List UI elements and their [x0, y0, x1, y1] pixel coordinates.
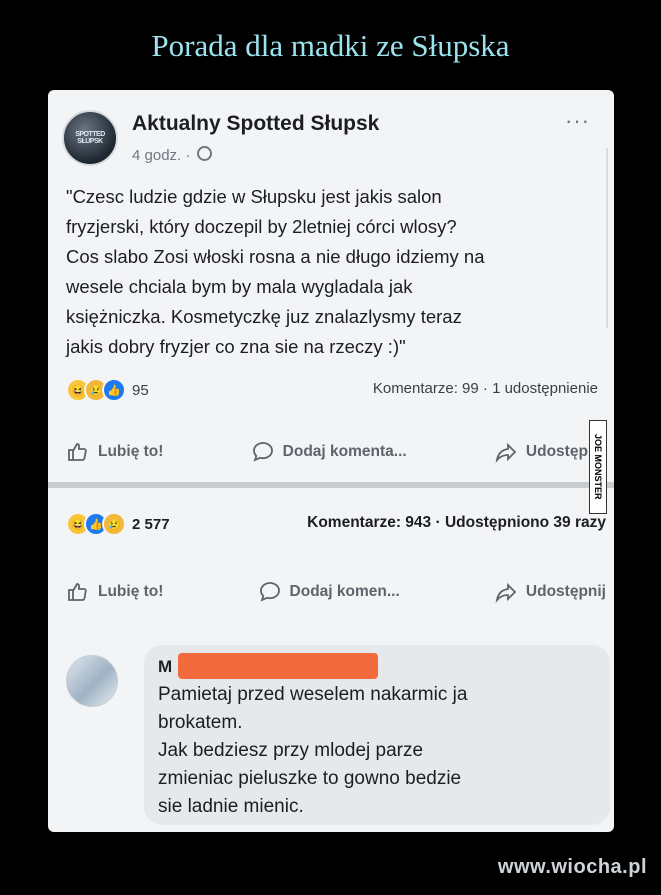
post-text: "Czesc ludzie gdzie w Słupsku jest jakis…: [66, 182, 606, 362]
commenter-avatar[interactable]: [66, 655, 118, 707]
comment-author[interactable]: M: [158, 657, 172, 677]
comments-shares-count[interactable]: Komentarze: 99 · 1 udostępnienie: [373, 380, 598, 397]
comment-button[interactable]: Dodaj komen...: [258, 580, 400, 604]
comment-bubble: M Pamietaj przed weselem nakarmic ja bro…: [144, 645, 610, 825]
like-button[interactable]: Lubię to!: [66, 580, 163, 604]
sad-reaction-icon: 😢: [102, 512, 126, 536]
comment-label: Dodaj komenta...: [282, 443, 407, 460]
comment-text: Pamietaj przed weselem nakarmic ja broka…: [158, 681, 598, 821]
facebook-post-card: SPOTTED SŁUPSK Aktualny Spotted Słupsk 4…: [48, 90, 614, 832]
post-text-line: jakis dobry fryzjer co zna sie na rzeczy…: [66, 336, 406, 357]
share-icon: [495, 582, 517, 604]
page-name[interactable]: Aktualny Spotted Słupsk: [132, 112, 379, 136]
like-label: Lubię to!: [98, 583, 164, 600]
reactions-count: 95: [132, 381, 149, 399]
post-text-line: księżniczka. Kosmetyczkę juz znalazlysmy…: [66, 306, 462, 327]
redaction-bar: [178, 653, 378, 679]
post-stats: 😆 😢 👍 95 Komentarze: 99 · 1 udostępnieni…: [66, 378, 598, 404]
page-avatar[interactable]: SPOTTED SŁUPSK: [62, 110, 118, 166]
comment-line: Jak bedziesz przy mlodej parze: [158, 740, 424, 761]
second-action-bar: Lubię to! Dodaj komen... Udostępnij: [66, 576, 606, 608]
joemonster-watermark: JOE MONSTER: [589, 420, 607, 514]
reactions-summary[interactable]: 😆 👍 😢 2 577: [66, 512, 170, 536]
post-header: SPOTTED SŁUPSK Aktualny Spotted Słupsk 4…: [62, 104, 602, 166]
post-text-line: "Czesc ludzie gdzie w Słupsku jest jakis…: [66, 186, 442, 207]
comment-label: Dodaj komen...: [289, 583, 400, 600]
post-meta: 4 godz. ·: [132, 146, 212, 164]
post-text-line: Cos slabo Zosi włoski rosna a nie długo …: [66, 246, 485, 267]
comment-line: sie ladnie mienic.: [158, 796, 304, 817]
like-label: Lubię to!: [98, 443, 164, 460]
page-title: Porada dla madki ze Słupska: [151, 28, 510, 63]
second-post-stats: 😆 👍 😢 2 577 Komentarze: 943 · Udostępnio…: [66, 512, 606, 538]
more-options-icon[interactable]: ···: [565, 110, 590, 132]
comment-icon: [252, 442, 273, 462]
share-label: Udostępnij: [525, 583, 606, 600]
post-action-bar: Lubię to! Dodaj komenta... Udostępnij: [66, 436, 606, 468]
share-icon: [495, 442, 517, 464]
post-text-line: wesele chciala bym by mala wygladala jak: [66, 276, 413, 297]
comment-button[interactable]: Dodaj komenta...: [251, 440, 407, 464]
post-text-line: fryzjerski, który doczepil by 2letniej c…: [66, 216, 457, 237]
post-time[interactable]: 4 godz. ·: [132, 147, 190, 164]
thumbs-up-icon: [68, 443, 87, 461]
comment-line: zmieniac pieluszke to gowno bedzie: [158, 768, 462, 789]
site-watermark: www.wiocha.pl: [497, 856, 647, 878]
like-button[interactable]: Lubię to!: [66, 440, 163, 464]
globe-icon: [196, 146, 212, 161]
comment-line: Pamietaj przed weselem nakarmic ja: [158, 684, 468, 705]
share-button[interactable]: Udostępnij: [494, 580, 606, 604]
thumbs-up-icon: [68, 583, 87, 601]
screenshot-divider: [48, 482, 614, 488]
reactions-summary[interactable]: 😆 😢 👍 95: [66, 378, 149, 402]
like-reaction-icon: 👍: [102, 378, 126, 402]
comments-shares-count[interactable]: Komentarze: 943 · Udostępniono 39 razy: [307, 514, 606, 532]
reactions-count: 2 577: [132, 515, 170, 533]
avatar-logo-text: SPOTTED SŁUPSK: [75, 131, 105, 145]
comment-line: brokatem.: [158, 712, 243, 733]
comment-icon: [259, 582, 280, 602]
